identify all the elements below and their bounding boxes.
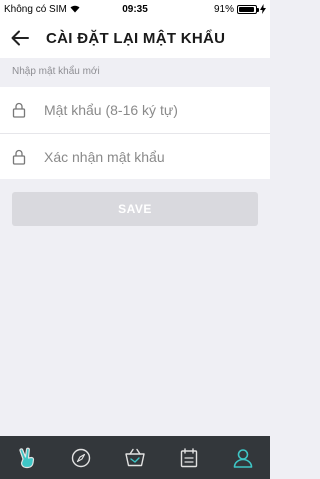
wifi-icon	[70, 5, 80, 13]
user-icon	[233, 448, 253, 468]
lock-icon	[12, 102, 26, 118]
confirm-password-input[interactable]	[44, 148, 244, 165]
header: CÀI ĐẶT LẠI MẬT KHẨU	[0, 18, 270, 58]
confirm-field-row	[0, 133, 270, 179]
tab-schedule[interactable]	[174, 443, 204, 473]
battery-level	[239, 6, 254, 12]
page-title: CÀI ĐẶT LẠI MẬT KHẨU	[46, 29, 226, 47]
carrier-label: Không có SIM	[4, 3, 67, 15]
battery-percent: 91%	[213, 3, 234, 15]
tab-bar	[0, 436, 270, 479]
calendar-icon	[180, 447, 198, 467]
battery-icon	[237, 4, 259, 14]
status-left: Không có SIM	[4, 4, 80, 15]
status-right: 91%	[214, 4, 266, 15]
lock-icon	[12, 149, 26, 165]
password-input[interactable]	[44, 102, 244, 118]
back-button[interactable]	[2, 18, 38, 58]
charging-icon	[260, 4, 266, 14]
compass-icon	[71, 448, 91, 467]
save-button[interactable]: SAVE	[12, 192, 258, 226]
section-label: Nhập mật khẩu mới	[12, 66, 100, 77]
basket-icon	[125, 448, 145, 466]
arrow-left-icon	[11, 30, 29, 46]
tab-profile[interactable]	[228, 443, 258, 473]
status-bar: Không có SIM 09:35 91%	[0, 0, 270, 18]
password-form	[0, 87, 270, 179]
tab-explore[interactable]	[66, 443, 96, 473]
hand-peace-icon	[19, 447, 35, 468]
password-field-row	[0, 87, 270, 133]
tab-hand-peace[interactable]	[12, 443, 42, 473]
tab-shop[interactable]	[120, 443, 150, 473]
